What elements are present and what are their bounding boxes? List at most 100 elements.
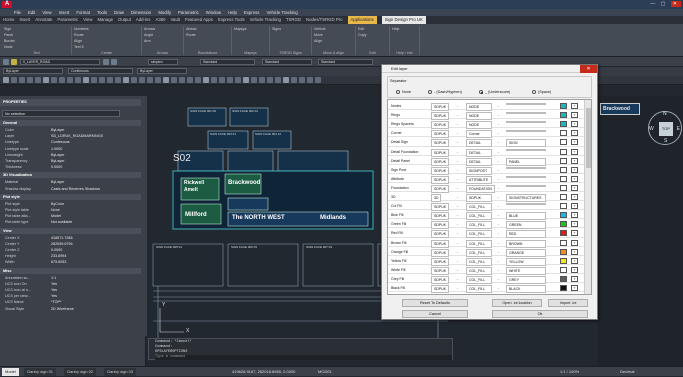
color-combo[interactable]: ByLayer <box>3 68 63 74</box>
ribbon-command[interactable]: Ahead <box>186 27 196 31</box>
draw-tool-icon[interactable] <box>235 77 241 83</box>
property-value[interactable]: 675.6053 <box>51 259 66 265</box>
command-window[interactable]: Command: *Cancel* Command: OPSLAYEROPTIO… <box>148 338 453 360</box>
menu-item[interactable]: Help <box>228 9 237 16</box>
ribbon-tab[interactable]: Home <box>3 16 14 24</box>
layer-color-swatch[interactable] <box>560 230 567 237</box>
draw-tool-icon[interactable] <box>291 77 297 83</box>
draw-tool-icon[interactable] <box>219 77 225 83</box>
layer-prefix-field[interactable]: SDPUK <box>431 248 450 257</box>
lightbulb-icon[interactable] <box>11 59 17 65</box>
layer-base-field[interactable]: DETAIL <box>466 139 492 148</box>
layer-base-field[interactable]: COL_FILL <box>466 275 492 284</box>
layer-color-swatch[interactable] <box>560 275 567 282</box>
layout-tab[interactable]: Gantry sign 03 <box>104 368 137 376</box>
layer-help-icon[interactable]: ? <box>571 103 578 109</box>
drawing-canvas-right[interactable]: Brackwood TOP N W E S <box>598 96 683 366</box>
separator-radio[interactable]: (Space) <box>532 90 551 94</box>
layer-row[interactable]: Detail Foundation SDPUK - DETAIL -? <box>388 148 591 157</box>
layer-match-icon[interactable] <box>103 59 109 65</box>
menu-item[interactable]: Draw <box>114 9 124 16</box>
draw-tool-icon[interactable] <box>99 77 105 83</box>
ribbon-command[interactable]: Move <box>314 33 323 37</box>
minimize-icon[interactable]: — <box>650 1 657 7</box>
dim-style-combo[interactable]: Standard <box>262 59 312 65</box>
ribbon-command[interactable]: Route <box>186 33 196 37</box>
layer-color-swatch[interactable] <box>560 166 567 173</box>
layer-help-icon[interactable]: ? <box>571 230 578 237</box>
layer-base-field[interactable]: COL_FILL <box>466 203 492 212</box>
layer-help-icon[interactable]: ? <box>571 266 578 273</box>
ribbon-command[interactable]: Panel <box>4 33 13 37</box>
layer-row[interactable]: Rings Spacers SDPUK - NODE -? <box>388 120 591 130</box>
ribbon-tab[interactable]: Manage <box>97 16 113 24</box>
separator-radio[interactable]: - (Dash/Hyphen) <box>428 90 462 94</box>
draw-tool-icon[interactable] <box>11 77 17 83</box>
linetype-combo[interactable]: Continuous <box>68 68 133 74</box>
draw-tool-icon[interactable] <box>283 77 289 83</box>
layer-help-icon[interactable]: ? <box>571 175 578 182</box>
layer-suffix-field[interactable]: ORANGE <box>506 248 546 257</box>
layer-help-icon[interactable]: ? <box>571 257 578 264</box>
properties-section-header[interactable]: Misc <box>0 267 146 274</box>
menu-item[interactable]: File <box>14 9 21 16</box>
layer-prefix-field[interactable]: SDPUK <box>431 157 450 166</box>
draw-tool-icon[interactable] <box>203 77 209 83</box>
layer-color-swatch[interactable] <box>560 212 567 219</box>
layer-help-icon[interactable]: ? <box>571 184 578 191</box>
layer-help-icon[interactable]: ? <box>571 194 578 200</box>
cancel-button[interactable]: Cancel <box>402 310 468 318</box>
layer-base-field[interactable]: SDPUK <box>466 194 492 202</box>
layer-base-field[interactable]: COL_FILL <box>466 221 492 230</box>
layer-base-field[interactable]: COL_FILL <box>466 239 492 248</box>
draw-tool-icon[interactable] <box>251 77 257 83</box>
ribbon-tab[interactable]: Add-ins <box>136 16 151 24</box>
grid-scrollbar[interactable] <box>584 100 591 294</box>
plot-style-combo[interactable]: simplex <box>148 59 178 65</box>
ribbon-command[interactable]: Node <box>4 45 13 49</box>
menu-item[interactable]: Parametric <box>178 9 199 16</box>
import-ini-button[interactable]: Import .ini <box>548 299 588 307</box>
layer-help-icon[interactable]: ? <box>571 121 578 128</box>
ribbon-command[interactable]: Mapsys <box>234 27 246 31</box>
layout-tab-model[interactable]: Model <box>2 368 19 376</box>
layer-help-icon[interactable]: ? <box>571 248 578 255</box>
properties-section-header[interactable]: View <box>0 227 146 234</box>
draw-tool-icon[interactable] <box>19 77 25 83</box>
layer-row[interactable]: Brown Fill SDPUK - COL_FILL - BROWN? <box>388 239 591 248</box>
window-controls[interactable]: — ▢ ✕ <box>650 1 681 7</box>
layer-help-icon[interactable]: ? <box>571 221 578 228</box>
layer-suffix-field[interactable]: SIGN <box>506 139 546 148</box>
viewcube[interactable]: TOP N W E S <box>648 111 682 145</box>
radio-dot-icon[interactable] <box>532 90 536 94</box>
ribbon-command[interactable]: Align <box>314 39 322 43</box>
layer-base-field[interactable]: COL_FILL <box>466 285 492 293</box>
layer-properties-icon[interactable] <box>3 59 9 65</box>
layer-prefix-field[interactable]: SDPUK <box>431 112 450 121</box>
reset-defaults-button[interactable]: Reset To Defaults <box>402 299 468 307</box>
separator-radio[interactable]: None <box>396 90 411 94</box>
selection-dropdown[interactable]: No selection <box>2 110 120 117</box>
layer-color-swatch[interactable] <box>560 139 567 146</box>
layer-suffix-field[interactable]: WHITE <box>506 266 546 275</box>
draw-tool-icon[interactable] <box>75 77 81 83</box>
draw-tool-icon[interactable] <box>35 77 41 83</box>
menu-item[interactable]: Insert <box>59 9 70 16</box>
layer-suffix-field[interactable] <box>506 175 546 178</box>
layer-prefix-field[interactable]: SDPUK <box>431 184 450 193</box>
property-row[interactable]: Plot table type Not available <box>0 219 146 225</box>
draw-tool-icon[interactable] <box>171 77 177 83</box>
draw-tool-icon[interactable] <box>315 77 321 83</box>
property-row[interactable]: Visual Style 2D Wireframe <box>0 306 146 312</box>
layer-base-field[interactable]: DETAIL <box>466 157 492 166</box>
layer-suffix-field[interactable]: GREEN <box>506 221 546 230</box>
layer-suffix-field[interactable] <box>506 121 546 124</box>
layer-suffix-field[interactable]: BLUE <box>506 212 546 221</box>
layer-base-field[interactable]: SIGNPOST <box>466 166 492 175</box>
viewcube-top[interactable]: TOP <box>659 122 673 136</box>
layer-row[interactable]: Detail Panel SDPUK - DETAIL - PANEL? <box>388 157 591 166</box>
layer-color-swatch[interactable] <box>560 248 567 255</box>
layer-prefix-field[interactable]: SDPUK <box>431 230 450 239</box>
layer-color-swatch[interactable] <box>560 257 567 264</box>
ribbon-command[interactable]: Angle <box>144 33 153 37</box>
